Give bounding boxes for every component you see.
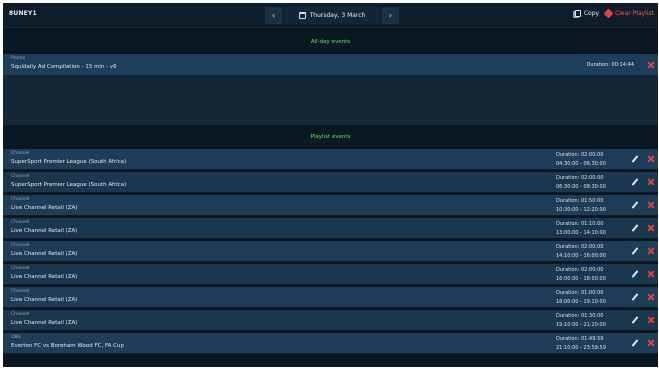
event-title: Live Channel Retail (ZA): [11, 228, 78, 234]
edit-icon[interactable]: [632, 248, 638, 255]
event-type: Channel: [11, 312, 30, 317]
delete-icon[interactable]: [647, 61, 655, 69]
playlist-event-row[interactable]: Channel Live Channel Retail (ZA) Duratio…: [3, 287, 658, 308]
all-day-heading: All-day events: [310, 39, 351, 45]
clear-icon: [603, 8, 614, 19]
event-title: SuperSport Premier League (South Africa): [11, 182, 127, 188]
delete-icon[interactable]: [647, 339, 655, 347]
playlist-event-row[interactable]: Channel Live Channel Retail (ZA) Duratio…: [3, 264, 658, 285]
edit-icon[interactable]: [632, 271, 638, 278]
event-time-range: 10:30:00 - 12:20:00: [556, 207, 606, 213]
playlist-event-row[interactable]: Channel Live Channel Retail (ZA) Duratio…: [3, 218, 658, 239]
event-type: Channel: [11, 243, 30, 248]
event-title: SuperSport Premier League (South Africa): [11, 159, 127, 165]
event-type: Promo: [11, 56, 26, 61]
event-title: Live Channel Retail (ZA): [11, 205, 78, 211]
delete-icon[interactable]: [647, 224, 655, 232]
event-duration: Duration: 01:10:00: [556, 221, 604, 227]
playlist-event-row[interactable]: Channel Live Channel Retail (ZA) Duratio…: [3, 310, 658, 331]
event-type: OBS: [11, 335, 21, 340]
event-time-range: 18:00:00 - 19:10:00: [556, 299, 606, 305]
event-time-range: 14:10:00 - 16:00:00: [556, 253, 606, 259]
edit-icon[interactable]: [632, 202, 638, 209]
playlist-event-row[interactable]: OBS Everton FC vs Boreham Wood FC, FA Cu…: [3, 333, 658, 354]
event-time-range: 21:10:00 - 23:59:59: [556, 345, 606, 351]
delete-icon[interactable]: [647, 155, 655, 163]
chevron-right-icon: ›: [388, 11, 393, 20]
event-type: Channel: [11, 197, 30, 202]
event-duration: Duration: 02:00:00: [556, 152, 604, 158]
channel-name: 8UNEY1: [9, 10, 37, 17]
all-day-event-row[interactable]: Promo Squidaily Ad Compilation - 15 min …: [3, 54, 658, 75]
event-type: Channel: [11, 151, 30, 156]
next-day-button[interactable]: ›: [382, 7, 399, 24]
event-title: Live Channel Retail (ZA): [11, 297, 78, 303]
edit-icon[interactable]: [632, 225, 638, 232]
all-day-section-header: All-day events: [3, 34, 658, 50]
event-time-range: 16:00:00 - 18:00:00: [556, 276, 606, 282]
playlist-event-row[interactable]: Channel Live Channel Retail (ZA) Duratio…: [3, 195, 658, 216]
event-title: Squidaily Ad Compilation - 15 min - v6: [11, 64, 117, 70]
copy-label: Copy: [583, 10, 600, 17]
event-title: Live Channel Retail (ZA): [11, 274, 78, 280]
event-duration: Duration: 01:49:59: [556, 336, 604, 342]
clear-playlist-button[interactable]: Clear Playlist: [603, 8, 654, 19]
copy-icon: [574, 10, 581, 17]
event-duration: Duration: 01:00:00: [556, 290, 604, 296]
clear-playlist-label: Clear Playlist: [615, 10, 654, 17]
top-bar: 8UNEY1 ‹ Thursday, 3 March › Copy Clear …: [3, 3, 658, 28]
delete-icon[interactable]: [647, 270, 655, 278]
previous-day-button[interactable]: ‹: [265, 7, 282, 24]
delete-icon[interactable]: [647, 178, 655, 186]
calendar-icon: [298, 12, 306, 19]
playlist-section-header: Playlist events: [3, 129, 658, 145]
event-title: Everton FC vs Boreham Wood FC, FA Cup: [11, 343, 124, 349]
event-type: Channel: [11, 174, 30, 179]
playlist-event-row[interactable]: Channel Live Channel Retail (ZA) Duratio…: [3, 241, 658, 262]
event-time-range: 04:30:00 - 06:30:00: [556, 161, 606, 167]
edit-icon[interactable]: [632, 317, 638, 324]
event-duration: Duration: 02:00:00: [556, 244, 604, 250]
playlist-event-row[interactable]: Channel SuperSport Premier League (South…: [3, 149, 658, 170]
schedule-window: 8UNEY1 ‹ Thursday, 3 March › Copy Clear …: [3, 3, 658, 367]
event-title: Live Channel Retail (ZA): [11, 251, 78, 257]
event-time-range: 13:00:00 - 14:10:00: [556, 230, 606, 236]
event-type: Channel: [11, 289, 30, 294]
event-duration: Duration: 02:00:00: [556, 175, 604, 181]
delete-icon[interactable]: [647, 247, 655, 255]
header-actions: Copy Clear Playlist: [574, 8, 654, 19]
edit-icon[interactable]: [632, 340, 638, 347]
event-duration: Duration: 01:30:00: [556, 313, 604, 319]
event-title: Live Channel Retail (ZA): [11, 320, 78, 326]
date-navigator: ‹ Thursday, 3 March ›: [265, 7, 399, 24]
playlist-event-row[interactable]: Channel SuperSport Premier League (South…: [3, 172, 658, 193]
edit-icon[interactable]: [632, 156, 638, 163]
current-date: Thursday, 3 March: [309, 12, 366, 19]
all-day-drop-area[interactable]: [3, 75, 658, 125]
event-duration: Duration: 00:14:44: [586, 62, 634, 68]
edit-icon[interactable]: [632, 179, 638, 186]
chevron-left-icon: ‹: [271, 11, 276, 20]
copy-button[interactable]: Copy: [574, 10, 600, 17]
event-duration: Duration: 01:50:00: [556, 198, 604, 204]
date-picker[interactable]: Thursday, 3 March: [284, 7, 380, 24]
event-time-range: 06:30:00 - 08:30:00: [556, 184, 606, 190]
event-duration: Duration: 02:00:00: [556, 267, 604, 273]
delete-icon[interactable]: [647, 293, 655, 301]
delete-icon[interactable]: [647, 201, 655, 209]
event-type: Channel: [11, 220, 30, 225]
edit-icon[interactable]: [632, 294, 638, 301]
event-type: Channel: [11, 266, 30, 271]
delete-icon[interactable]: [647, 316, 655, 324]
playlist-heading: Playlist events: [310, 134, 351, 140]
event-time-range: 19:10:00 - 21:20:00: [556, 322, 606, 328]
